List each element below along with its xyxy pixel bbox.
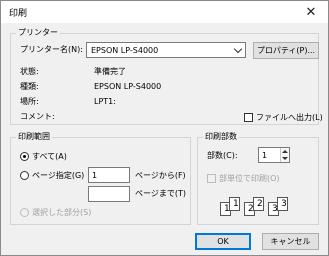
printer-name-value: EPSON LP-S4000 — [91, 46, 159, 55]
title-bar: 印刷 ✕ — [1, 1, 328, 23]
selection-radio[interactable] — [20, 208, 29, 217]
printer-name-label: プリンター名(N): — [20, 45, 83, 54]
collate-checkbox[interactable] — [207, 174, 216, 183]
print-to-file-checkbox[interactable] — [244, 113, 253, 122]
ok-button[interactable]: OK — [195, 233, 251, 250]
page-number: 1 — [233, 199, 239, 209]
comment-label: コメント: — [20, 112, 55, 121]
from-page-label: ページから(F) — [135, 171, 186, 180]
close-button[interactable]: ✕ — [296, 1, 326, 23]
page-range-radio[interactable] — [20, 171, 29, 180]
collate-label[interactable]: 部単位で印刷(O) — [219, 174, 280, 184]
spin-up-icon[interactable] — [282, 150, 288, 153]
to-page-label: ページまで(T) — [135, 189, 186, 198]
type-value: EPSON LP-S4000 — [94, 82, 162, 91]
dialog-title: 印刷 — [9, 9, 28, 19]
copies-count-input[interactable]: 1 — [258, 147, 290, 163]
from-page-input[interactable]: 1 — [88, 167, 130, 183]
all-pages-label[interactable]: すべて(A) — [32, 152, 67, 162]
print-dialog: 印刷 ✕ プリンター プリンター名(N): EPSON LP-S4000 プロパ… — [0, 0, 329, 256]
copies-spinner[interactable] — [280, 148, 289, 162]
selection-label[interactable]: 選択した部分(S) — [32, 208, 91, 218]
status-label: 状態: — [20, 67, 39, 76]
to-page-input[interactable] — [88, 186, 130, 202]
printer-name-select[interactable]: EPSON LP-S4000 — [86, 42, 246, 58]
print-to-file-label[interactable]: ファイルへ出力(L) — [256, 113, 323, 123]
copies-count-value: 1 — [262, 151, 268, 160]
copies-count-label: 部数(C): — [207, 151, 238, 160]
printer-group-label: プリンター — [16, 28, 60, 38]
location-value: LPT1: — [94, 97, 116, 106]
print-range-group-label: 印刷範囲 — [16, 132, 52, 142]
cancel-button[interactable]: キャンセル — [262, 233, 319, 250]
from-page-value: 1 — [92, 171, 98, 180]
chevron-down-icon — [233, 44, 243, 54]
page-number: 3 — [281, 199, 287, 209]
spin-down-icon[interactable] — [282, 157, 288, 160]
properties-button[interactable]: プロパティ(P)... — [253, 42, 319, 59]
copies-group-label: 印刷部数 — [203, 132, 239, 142]
type-label: 種類: — [20, 82, 39, 91]
location-label: 場所: — [20, 97, 39, 106]
page-number: 2 — [257, 199, 263, 209]
page-range-label[interactable]: ページ指定(G) — [32, 171, 84, 181]
all-pages-radio[interactable] — [20, 152, 29, 161]
status-value: 準備完了 — [94, 67, 126, 76]
radio-selected-dot — [23, 155, 26, 158]
